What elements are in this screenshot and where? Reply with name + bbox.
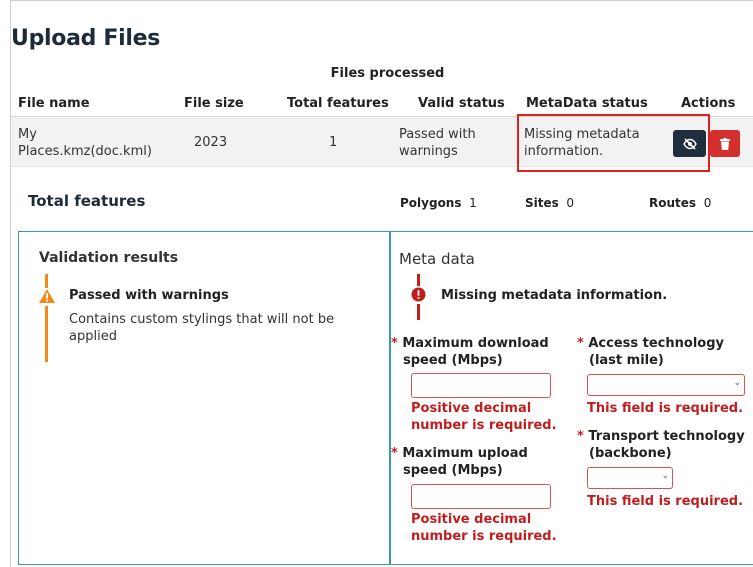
max-download-error-line2: number is required. xyxy=(411,418,557,433)
cell-file-size: 2023 xyxy=(194,135,228,150)
header-file-name: File name xyxy=(18,96,90,111)
header-valid-status: Valid status xyxy=(418,96,505,111)
highlight-annotation xyxy=(517,114,710,172)
header-total-features: Total features xyxy=(287,96,389,111)
cell-total-features: 1 xyxy=(329,135,338,150)
transport-technology-label-line1: Transport technology xyxy=(588,429,745,444)
sites-stat: Sites 0 xyxy=(525,196,574,210)
trash-icon xyxy=(720,137,730,150)
max-upload-label: * Maximum upload speed (Mbps) xyxy=(391,445,528,479)
max-download-label-line1: Maximum download xyxy=(402,336,549,351)
max-upload-error-line2: number is required. xyxy=(411,529,557,544)
page-border-left xyxy=(10,0,11,567)
page-border-top xyxy=(10,0,753,1)
cell-file-name-line1: My xyxy=(18,127,37,142)
max-download-label: * Maximum download speed (Mbps) xyxy=(391,335,549,369)
validation-message: Contains custom stylings that will not b… xyxy=(69,311,359,345)
transport-technology-label: * Transport technology (backbone) xyxy=(577,428,745,462)
max-download-input[interactable] xyxy=(411,373,551,398)
max-upload-error-line1: Positive decimal xyxy=(411,512,532,527)
error-circle-icon xyxy=(411,287,426,302)
metadata-title: Meta data xyxy=(399,250,475,268)
cell-valid-status-line1: Passed with xyxy=(399,127,476,142)
page-title: Upload Files xyxy=(11,26,161,51)
delete-file-button[interactable] xyxy=(710,130,740,157)
metadata-status: Missing metadata information. xyxy=(441,288,668,303)
access-technology-label-line1: Access technology xyxy=(588,336,724,351)
routes-stat: Routes 0 xyxy=(649,196,711,210)
routes-label: Routes xyxy=(649,196,697,210)
validation-message-line1: Contains custom stylings that will not b… xyxy=(69,312,335,327)
max-download-label-line2: speed (Mbps) xyxy=(403,353,503,368)
max-upload-error: Positive decimal number is required. xyxy=(411,511,557,545)
metadata-panel: Meta data Missing metadata information. … xyxy=(390,231,753,565)
polygons-label: Polygons xyxy=(400,196,462,210)
max-download-error: Positive decimal number is required. xyxy=(411,400,557,434)
access-technology-label-line2: (last mile) xyxy=(589,353,664,368)
header-actions: Actions xyxy=(681,96,736,111)
transport-technology-error: This field is required. xyxy=(587,494,744,509)
chevron-down-icon: ⌄ xyxy=(661,471,669,481)
polygons-value: 1 xyxy=(469,196,477,210)
max-upload-label-line2: speed (Mbps) xyxy=(403,463,503,478)
validation-results-panel: Validation results Passed with warnings … xyxy=(18,231,390,565)
cell-file-name-line2: Places.kmz(doc.kml) xyxy=(18,144,152,159)
cell-valid-status-line2: warnings xyxy=(399,144,458,159)
polygons-stat: Polygons 1 xyxy=(400,196,477,210)
validation-bar-top xyxy=(45,274,48,288)
required-mark: * xyxy=(577,429,584,444)
metadata-bar-top xyxy=(417,274,420,286)
header-metadata-status: MetaData status xyxy=(526,96,648,111)
required-mark: * xyxy=(577,336,584,351)
routes-value: 0 xyxy=(703,196,712,210)
transport-technology-select[interactable]: ⌄ xyxy=(587,467,673,489)
access-technology-select[interactable]: ⌄ xyxy=(587,374,745,396)
required-mark: * xyxy=(391,336,398,351)
validation-message-line2: applied xyxy=(69,329,117,344)
required-mark: * xyxy=(391,446,398,461)
validation-bar-bottom xyxy=(45,306,48,362)
access-technology-label: * Access technology (last mile) xyxy=(577,335,724,369)
max-upload-label-line1: Maximum upload xyxy=(402,446,528,461)
chevron-down-icon: ⌄ xyxy=(733,378,741,388)
metadata-bar-bottom xyxy=(417,304,420,320)
validation-results-title: Validation results xyxy=(39,250,179,266)
max-upload-input[interactable] xyxy=(411,484,551,509)
max-download-error-line1: Positive decimal xyxy=(411,401,532,416)
validation-status: Passed with warnings xyxy=(69,288,229,303)
transport-technology-label-line2: (backbone) xyxy=(589,446,672,461)
cell-valid-status: Passed with warnings xyxy=(399,126,476,160)
total-features-label: Total features xyxy=(28,192,146,210)
warning-triangle-icon xyxy=(39,289,55,303)
table-caption: Files processed xyxy=(330,66,445,81)
access-technology-error: This field is required. xyxy=(587,401,744,416)
header-file-size: File size xyxy=(184,96,244,111)
sites-label: Sites xyxy=(525,196,559,210)
sites-value: 0 xyxy=(566,196,575,210)
cell-file-name: My Places.kmz(doc.kml) xyxy=(18,126,152,160)
